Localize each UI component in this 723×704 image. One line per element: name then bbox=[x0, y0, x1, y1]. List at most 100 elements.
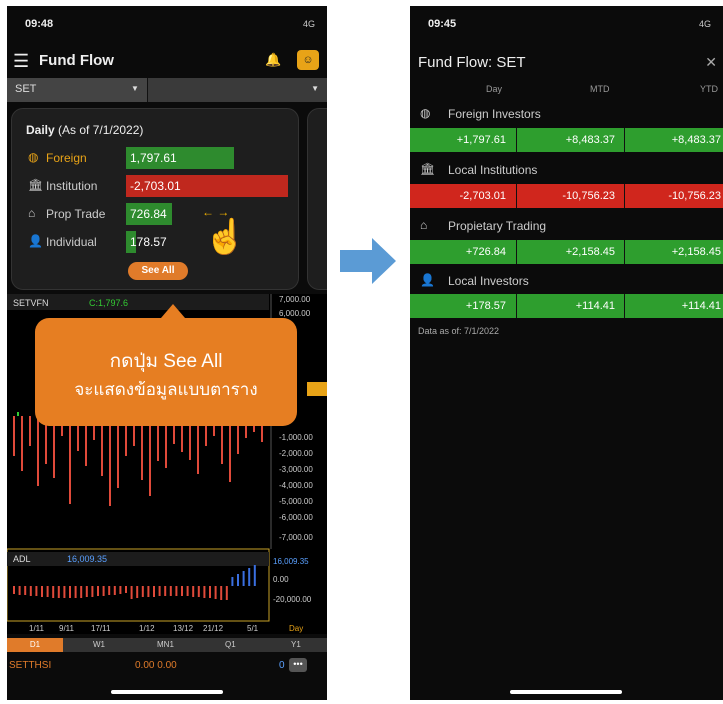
tab-y1[interactable]: Y1 bbox=[291, 640, 301, 649]
y-tick-label: -6,000.00 bbox=[279, 513, 313, 522]
adl-bar-mark bbox=[231, 577, 234, 586]
adl-bar-mark bbox=[158, 586, 161, 596]
bank-icon: 🏛 bbox=[420, 162, 436, 176]
home-icon: ⌂ bbox=[420, 218, 428, 232]
values-row: +178.57 +114.41 +114.41 bbox=[410, 294, 723, 318]
broker-logo-icon[interactable]: ☺ bbox=[297, 50, 319, 70]
adl-bar-mark bbox=[97, 586, 99, 596]
ticker-symbol[interactable]: SETTHSI bbox=[9, 660, 51, 671]
transition-arrow-icon bbox=[340, 238, 396, 284]
bar-mark bbox=[149, 416, 151, 496]
column-mtd: MTD bbox=[590, 84, 610, 94]
adl-bar-mark bbox=[52, 586, 55, 598]
ytd-value: +2,158.45 bbox=[624, 240, 721, 264]
x-tick-label: 13/12 bbox=[173, 624, 194, 633]
adl-bar-mark bbox=[80, 586, 83, 598]
adl-tick-label: 0.00 bbox=[273, 575, 289, 584]
bar-mark bbox=[109, 416, 111, 506]
right-screen: 09:45 4G Fund Flow: SET ✕ Day MTD YTD ◍ … bbox=[410, 6, 723, 700]
adl-bar-mark bbox=[147, 586, 150, 597]
mtd-value: +114.41 bbox=[516, 294, 615, 318]
values-row: +1,797.61 +8,483.37 +8,483.37 bbox=[410, 128, 723, 152]
status-time: 09:45 bbox=[428, 18, 457, 30]
adl-tick-label: 16,009.35 bbox=[273, 557, 309, 566]
section-local-institutions: 🏛 Local Institutions bbox=[410, 158, 723, 180]
section-label: Foreign Investors bbox=[448, 107, 541, 121]
adl-bar-mark bbox=[57, 586, 60, 598]
adl-bar-mark bbox=[46, 586, 49, 597]
row-value: -2,703.01 bbox=[130, 179, 181, 193]
adl-bar-mark bbox=[164, 586, 167, 596]
adl-bar-mark bbox=[214, 586, 217, 599]
row-foreign: ◍ Foreign 1,797.61 bbox=[26, 147, 296, 169]
status-bar: 09:45 4G bbox=[410, 6, 723, 42]
tab-w1[interactable]: W1 bbox=[93, 640, 105, 649]
adl-bar-mark bbox=[181, 586, 183, 596]
page-title: Fund Flow bbox=[39, 52, 114, 69]
adl-bar-mark bbox=[125, 586, 127, 593]
row-institution: 🏛 Institution -2,703.01 bbox=[26, 175, 296, 197]
callout-line-1: กดปุ่ม See All bbox=[109, 351, 223, 372]
bank-icon: 🏛 bbox=[28, 178, 44, 192]
bar-mark bbox=[37, 416, 39, 486]
period-tabs: D1 W1 MN1 Q1 Y1 bbox=[7, 638, 327, 652]
close-icon[interactable]: ✕ bbox=[705, 54, 717, 71]
values-row: -2,703.01 -10,756.23 -10,756.23 bbox=[410, 184, 723, 208]
row-value: 1,797.61 bbox=[130, 151, 177, 165]
adl-value: 16,009.35 bbox=[67, 554, 107, 564]
status-bar: 09:48 4G bbox=[7, 6, 327, 42]
adl-bar-mark bbox=[141, 586, 144, 597]
adl-bar-mark bbox=[136, 586, 139, 598]
bar-mark bbox=[21, 416, 23, 471]
adl-bar-mark bbox=[119, 586, 122, 594]
section-label: Local Institutions bbox=[448, 163, 538, 177]
bell-icon[interactable]: 🔔 bbox=[265, 52, 281, 68]
market-dropdown[interactable]: SET ▼ bbox=[7, 78, 148, 102]
adl-bar-mark bbox=[108, 586, 111, 595]
x-tick-label: Day bbox=[289, 624, 303, 633]
menu-icon[interactable]: ☰ bbox=[13, 51, 29, 72]
ytd-value: +8,483.37 bbox=[624, 128, 721, 152]
tab-d1[interactable]: D1 bbox=[7, 638, 63, 652]
adl-bar-mark bbox=[220, 586, 223, 600]
tab-mn1[interactable]: MN1 bbox=[157, 640, 174, 649]
mtd-value: +2,158.45 bbox=[516, 240, 615, 264]
chevron-down-icon[interactable]: ▼ bbox=[311, 84, 319, 93]
row-label: Prop Trade bbox=[46, 207, 106, 221]
section-foreign-investors: ◍ Foreign Investors bbox=[410, 102, 723, 124]
adl-bar-mark bbox=[209, 586, 211, 598]
adl-bar-mark bbox=[113, 586, 116, 595]
section-local-investors: 👤 Local Investors bbox=[410, 269, 723, 291]
adl-bar-mark bbox=[225, 586, 228, 600]
adl-bar-mark bbox=[13, 586, 15, 594]
adl-bar-mark bbox=[24, 586, 27, 595]
adl-bar-mark bbox=[91, 586, 94, 597]
adl-bar-mark bbox=[175, 586, 178, 596]
tab-q1[interactable]: Q1 bbox=[225, 640, 236, 649]
next-card-peek[interactable] bbox=[307, 108, 327, 290]
see-all-button[interactable]: See All bbox=[128, 262, 188, 280]
chart-label: SETVFN bbox=[13, 298, 49, 308]
y-tick-label: -2,000.00 bbox=[279, 449, 313, 458]
row-label: Foreign bbox=[46, 151, 87, 165]
ticker-count: 0 bbox=[279, 660, 285, 671]
adl-bar-mark bbox=[102, 586, 105, 596]
signal-indicator: 4G bbox=[698, 19, 711, 29]
person-icon: 👤 bbox=[28, 234, 43, 248]
bar-mark bbox=[17, 412, 19, 416]
callout-line-2: จะแสดงข้อมูลแบบตาราง bbox=[74, 380, 258, 399]
adl-bar-mark bbox=[169, 586, 172, 596]
y-tick-label: -4,000.00 bbox=[279, 481, 313, 490]
row-prop-trade: ⌂ Prop Trade 726.84 bbox=[26, 203, 296, 225]
chevron-down-icon: ▼ bbox=[131, 84, 139, 93]
adl-tick-label: -20,000.00 bbox=[273, 595, 312, 604]
more-icon[interactable]: ••• bbox=[289, 658, 307, 672]
ticker-values: 0.00 0.00 bbox=[135, 660, 177, 671]
adl-bar-mark bbox=[35, 586, 38, 596]
y-tick-label: 6,000.00 bbox=[279, 309, 311, 318]
adl-bar-mark bbox=[69, 586, 71, 598]
adl-bar-mark bbox=[197, 586, 200, 597]
adl-bar-mark bbox=[18, 586, 21, 595]
section-label: Local Investors bbox=[448, 274, 529, 288]
bar-mark bbox=[29, 416, 31, 446]
